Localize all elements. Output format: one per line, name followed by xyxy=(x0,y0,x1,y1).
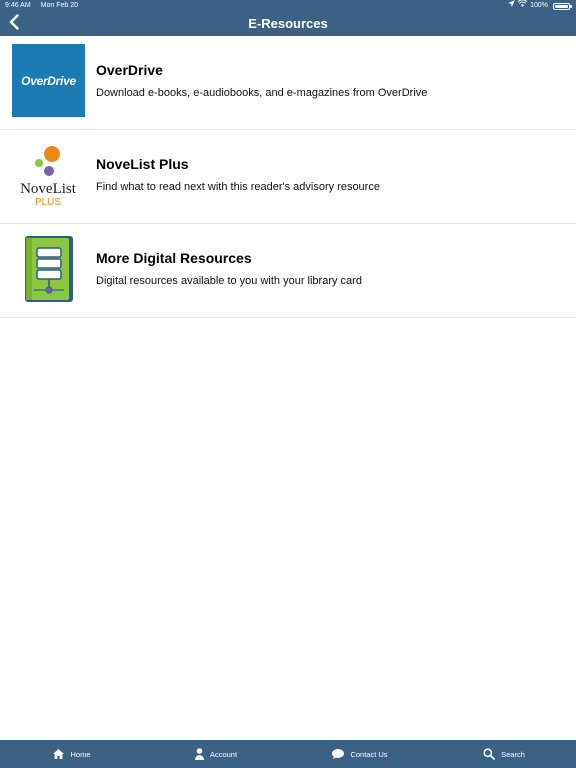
tab-label: Contact Us xyxy=(350,749,388,759)
status-right: 100% xyxy=(508,0,572,12)
more-digital-resources-logo xyxy=(12,232,85,305)
novelist-logo-subtext: PLUS xyxy=(35,197,61,208)
person-icon xyxy=(194,748,204,760)
list-item-description: Find what to read next with this reader'… xyxy=(96,181,380,193)
chat-bubble-icon xyxy=(332,749,345,759)
search-icon xyxy=(483,748,496,760)
tab-search[interactable]: Search xyxy=(432,740,576,768)
list-item-title: OverDrive xyxy=(96,62,163,78)
tab-account[interactable]: Account xyxy=(144,740,288,768)
tab-bar: Home Account Contact Us Search xyxy=(0,740,576,768)
list-item-overdrive[interactable]: OverDrive OverDrive Download e-books, e-… xyxy=(0,36,576,130)
wifi-icon xyxy=(517,0,528,12)
battery-percent: 100% xyxy=(530,2,548,9)
overdrive-logo-text: OverDrive xyxy=(21,73,76,88)
tab-home[interactable]: Home xyxy=(0,740,144,768)
status-left: 9:46 AM Mon Feb 20 xyxy=(5,0,78,12)
status-bar: 9:46 AM Mon Feb 20 100% xyxy=(0,0,576,12)
list-item-title: More Digital Resources xyxy=(96,250,252,266)
list-item-novelist-plus[interactable]: NoveList PLUS NoveList Plus Find what to… xyxy=(0,130,576,224)
nav-bar: E-Resources xyxy=(0,12,576,36)
location-arrow-icon xyxy=(508,0,516,12)
tab-contact-us[interactable]: Contact Us xyxy=(288,740,432,768)
status-date: Mon Feb 20 xyxy=(40,2,78,9)
list-item-title: NoveList Plus xyxy=(96,156,189,172)
page-title: E-Resources xyxy=(248,16,328,31)
list-item-more-digital-resources[interactable]: More Digital Resources Digital resources… xyxy=(0,224,576,318)
tab-label: Home xyxy=(70,749,91,759)
novelist-plus-logo: NoveList PLUS xyxy=(12,138,85,211)
tab-label: Search xyxy=(501,749,525,759)
novelist-logo-graphic: NoveList PLUS xyxy=(20,146,77,208)
status-time: 9:46 AM xyxy=(5,2,31,9)
tab-label: Account xyxy=(209,749,238,759)
novelist-logo-text: NoveList xyxy=(20,181,77,197)
battery-icon xyxy=(553,2,572,10)
resource-list: OverDrive OverDrive Download e-books, e-… xyxy=(0,36,576,318)
list-item-description: Digital resources available to you with … xyxy=(96,275,362,287)
top-bar: 9:46 AM Mon Feb 20 100% E-Resources xyxy=(0,0,576,36)
overdrive-logo: OverDrive xyxy=(12,44,85,117)
digital-book-icon xyxy=(25,236,73,302)
home-icon xyxy=(53,749,65,759)
list-item-description: Download e-books, e-audiobooks, and e-ma… xyxy=(96,87,428,99)
